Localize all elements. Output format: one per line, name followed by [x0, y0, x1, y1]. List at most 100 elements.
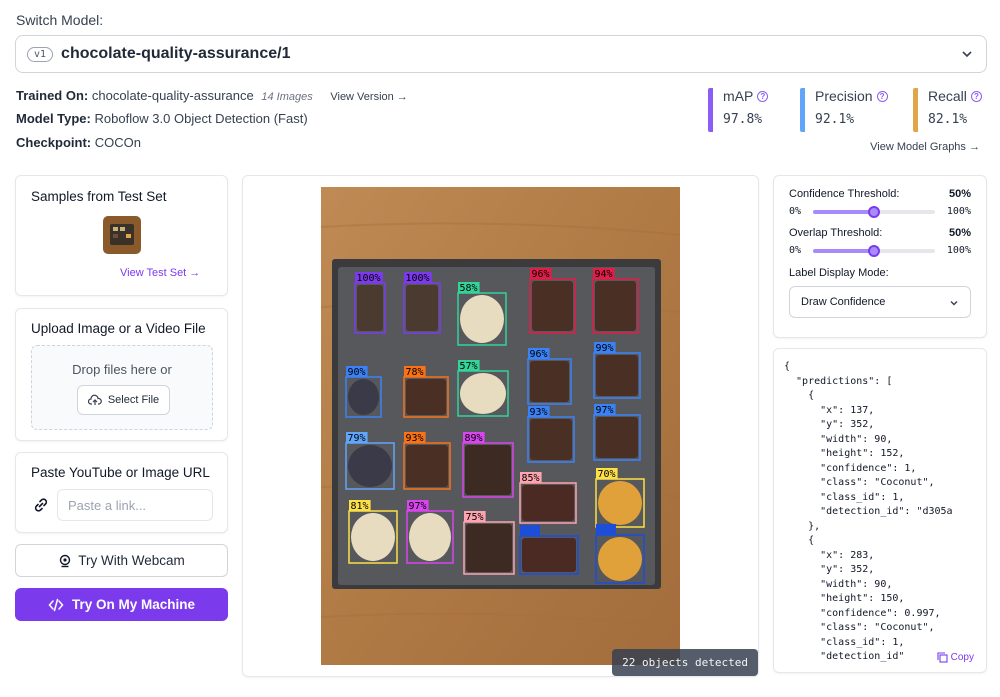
chocolate-piece [522, 485, 574, 521]
detection-label: 89% [465, 433, 483, 444]
chocolate-piece [596, 355, 638, 396]
overlap-max: 100% [946, 245, 971, 256]
label-mode-label: Label Display Mode: [789, 267, 889, 279]
metric-map-value: 97.8% [723, 112, 763, 127]
metric-precision-label: Precision [815, 88, 873, 104]
code-icon [48, 598, 64, 611]
detection-label: 57% [460, 361, 478, 372]
chocolate-piece [406, 445, 448, 487]
model-type-label: Model Type: [16, 111, 91, 126]
confidence-row: Confidence Threshold: 50% [789, 188, 971, 200]
checkpoint-value: COCOn [94, 135, 141, 150]
webcam-icon [60, 554, 71, 567]
help-icon[interactable]: ? [757, 90, 769, 102]
model-select[interactable]: v1 chocolate-quality-assurance/1 [15, 35, 987, 73]
samples-title: Samples from Test Set [31, 189, 167, 204]
metric-recall-value: 82.1% [928, 112, 968, 127]
chocolate-piece [595, 281, 636, 331]
detection-image: 100% 100% 58% 96% 94% 90% 78% 57% 96% 99% 93% 97% 79… [321, 187, 680, 665]
chocolate-piece [530, 361, 569, 402]
overlap-slider-row: 0% 100% [789, 244, 971, 257]
detection-label: 93% [406, 433, 424, 444]
try-on-machine-button[interactable]: Try On My Machine [15, 588, 228, 621]
chocolate-piece [348, 445, 392, 487]
model-name: chocolate-quality-assurance/1 [61, 45, 291, 62]
view-version-link[interactable]: View Version → [330, 91, 407, 103]
chocolate-piece [351, 513, 395, 561]
chocolate-piece [466, 524, 512, 572]
checkpoint-label: Checkpoint: [16, 135, 92, 150]
chocolate-piece [598, 537, 642, 581]
detection-label: 100% [357, 273, 381, 284]
metric-recall-label: Recall [928, 88, 967, 104]
help-icon[interactable]: ? [876, 90, 888, 102]
file-dropzone[interactable]: Drop files here or Select File [31, 345, 213, 430]
trained-on-row: Trained On: chocolate-quality-assurance … [16, 88, 408, 103]
detection-label: 96% [532, 269, 550, 280]
detection-label: 93% [530, 407, 548, 418]
metric-recall: Recall? 82.1% [913, 88, 982, 132]
webcam-label: Try With Webcam [78, 553, 185, 568]
chocolate-piece [598, 481, 642, 525]
view-test-set-link[interactable]: View Test Set → [120, 267, 200, 279]
detection-preview: 100% 100% 58% 96% 94% 90% 78% 57% 96% 99% 93% 97% 79… [242, 175, 759, 677]
overlap-slider[interactable] [812, 244, 935, 257]
overlap-row: Overlap Threshold: 50% [789, 227, 971, 239]
link-icon [34, 498, 48, 512]
try-on-machine-label: Try On My Machine [71, 597, 196, 612]
label-mode-select[interactable]: Draw Confidence [789, 286, 971, 318]
detection-label: 78% [406, 367, 424, 378]
switch-model-label: Switch Model: [16, 12, 104, 28]
model-type-row: Model Type: Roboflow 3.0 Object Detectio… [16, 111, 308, 126]
trained-on-value: chocolate-quality-assurance [91, 88, 254, 103]
detection-label: 81% [351, 501, 369, 512]
detection-label: 85% [522, 473, 540, 484]
confidence-max: 100% [946, 206, 971, 217]
metric-precision: Precision? 92.1% [800, 88, 888, 132]
metric-map: mAP? 97.8% [708, 88, 769, 132]
copy-button[interactable]: Copy [936, 652, 974, 663]
checkpoint-row: Checkpoint: COCOn [16, 135, 141, 150]
json-output-card: { "predictions": [ { "x": 137, "y": 352,… [773, 348, 987, 673]
label-mode-row: Label Display Mode: [789, 267, 971, 279]
webcam-button[interactable]: Try With Webcam [15, 544, 228, 577]
select-file-label: Select File [107, 394, 160, 406]
confidence-min: 0% [789, 206, 802, 217]
detection-label: 58% [460, 283, 478, 294]
detection-label: 94% [595, 269, 613, 280]
drop-text: Drop files here or [72, 362, 172, 377]
chocolate-piece [460, 373, 506, 414]
model-type-value: Roboflow 3.0 Object Detection (Fast) [94, 111, 308, 126]
detection-label: 100% [406, 273, 430, 284]
select-file-button[interactable]: Select File [77, 385, 170, 415]
confidence-slider-row: 0% 100% [789, 205, 971, 218]
metric-precision-value: 92.1% [815, 112, 855, 127]
paste-url-card: Paste YouTube or Image URL Paste a link.… [15, 452, 228, 533]
chocolate-piece [522, 538, 576, 572]
overlap-value: 50% [948, 227, 971, 239]
overlap-label: Overlap Threshold: [789, 227, 883, 239]
url-input-placeholder: Paste a link... [68, 497, 147, 513]
samples-card: Samples from Test Set View Test Set → [15, 175, 228, 296]
confidence-slider[interactable] [812, 205, 935, 218]
overlap-slider-thumb[interactable] [867, 244, 880, 257]
sample-thumbnail[interactable] [103, 216, 141, 254]
chocolate-piece [406, 285, 438, 331]
confidence-slider-fill [812, 209, 874, 214]
upload-title: Upload Image or a Video File [31, 321, 206, 336]
chocolate-piece [465, 445, 511, 495]
chocolate-piece [357, 285, 383, 331]
confidence-label: Confidence Threshold: [789, 188, 900, 200]
url-input[interactable]: Paste a link... [57, 489, 213, 521]
detection-label: 79% [348, 433, 366, 444]
cloud-upload-icon [87, 394, 102, 405]
detection-label: 99% [596, 343, 614, 354]
detection-label: 70% [598, 469, 616, 480]
chocolate-piece [348, 379, 379, 415]
confidence-slider-thumb[interactable] [867, 205, 880, 218]
chocolate-box-photo: 100% 100% 58% 96% 94% 90% 78% 57% 96% 99% 93% 97% 79… [321, 187, 680, 665]
view-model-graphs-link[interactable]: View Model Graphs → [870, 141, 980, 153]
help-icon[interactable]: ? [970, 90, 982, 102]
overlap-min: 0% [789, 245, 802, 256]
label-mode-value: Draw Confidence [801, 296, 886, 308]
